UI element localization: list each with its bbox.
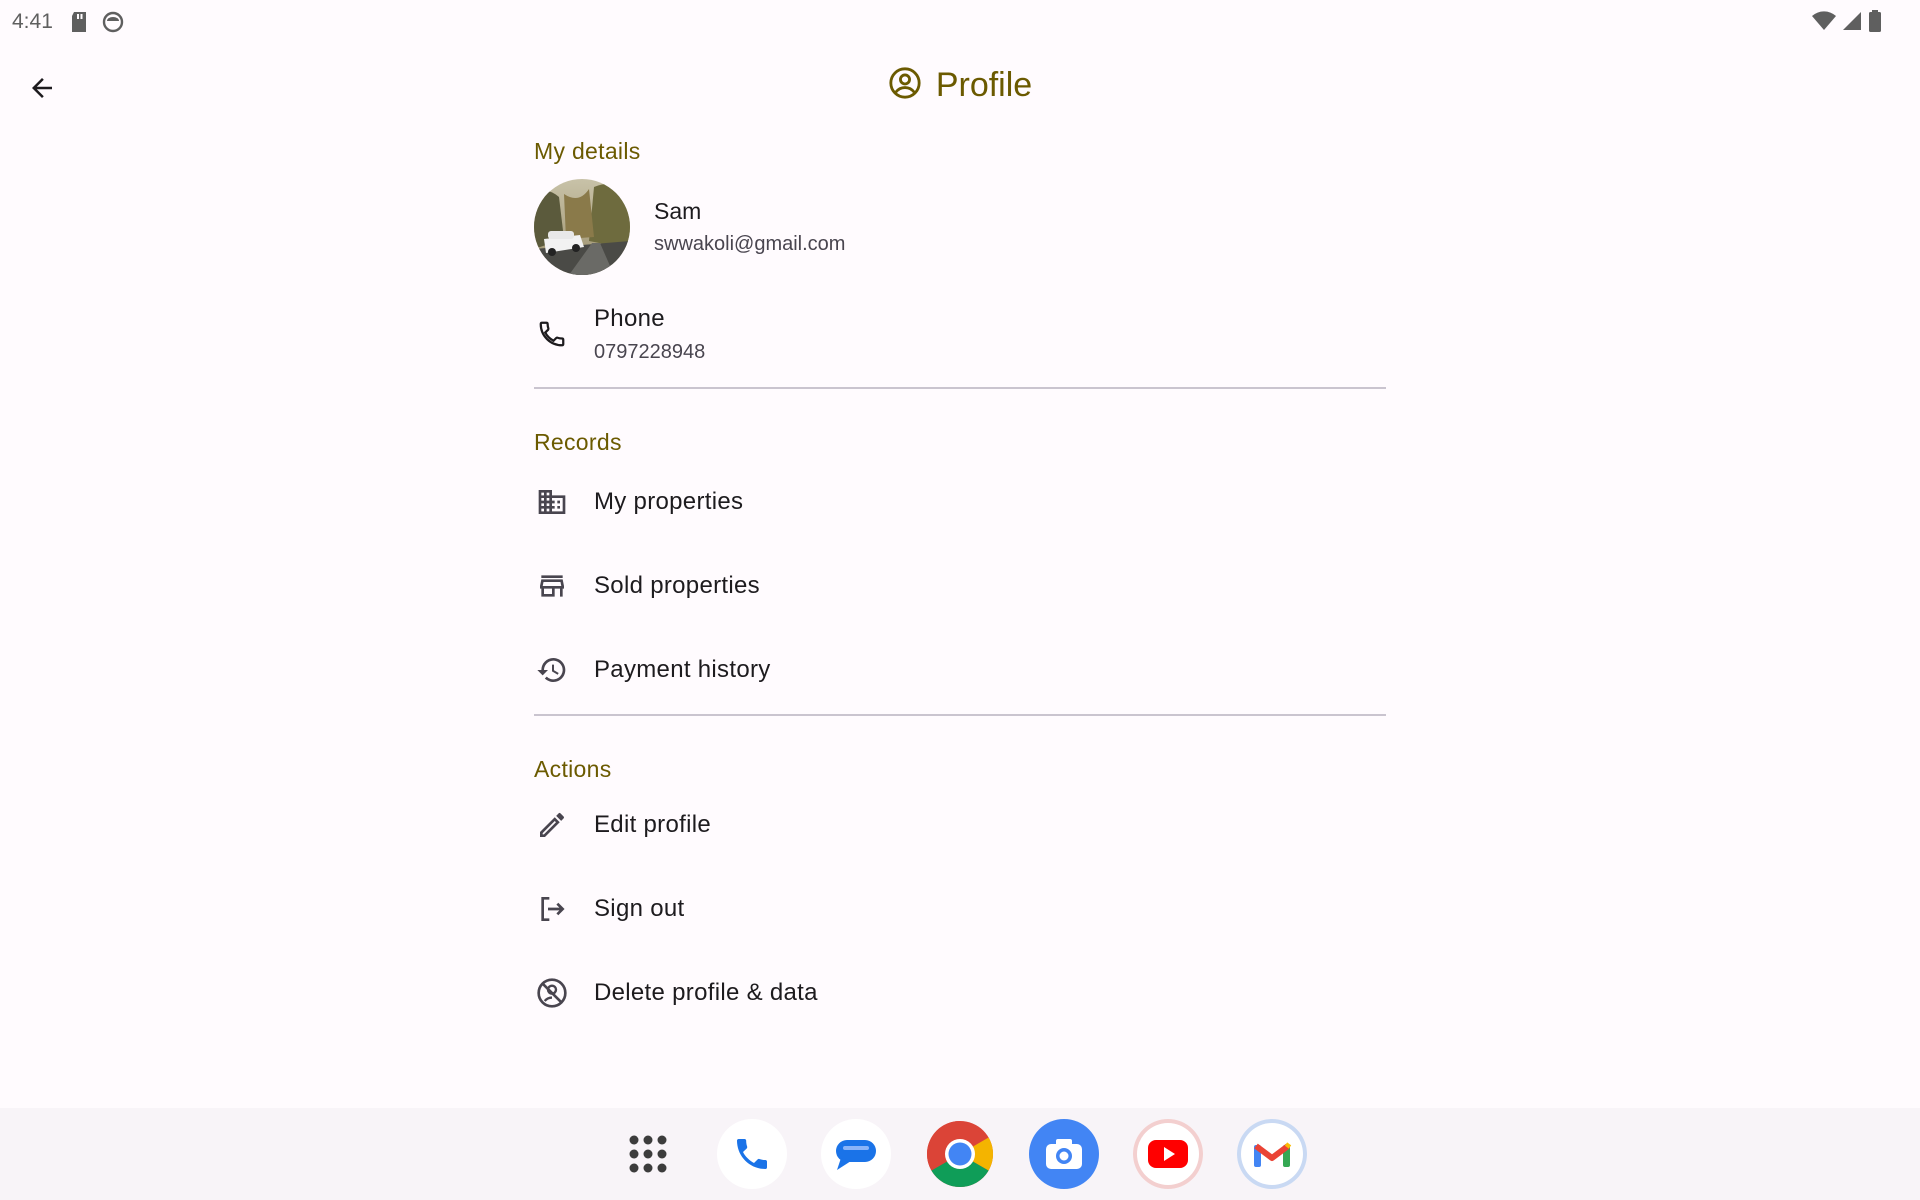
user-name: Sam bbox=[654, 198, 702, 224]
pencil-icon bbox=[534, 807, 570, 843]
phone-label: Phone bbox=[594, 304, 665, 332]
divider bbox=[534, 714, 1386, 716]
delete-profile-item[interactable]: Delete profile & data bbox=[534, 951, 1386, 1035]
page-title: Profile bbox=[935, 66, 1033, 104]
delete-profile-label: Delete profile & data bbox=[594, 979, 818, 1006]
building-icon bbox=[534, 484, 570, 520]
sold-properties-item[interactable]: Sold properties bbox=[534, 544, 1386, 628]
edit-profile-item[interactable]: Edit profile bbox=[534, 783, 1386, 867]
payment-history-item[interactable]: Payment history bbox=[534, 628, 1386, 712]
phone-app-icon[interactable] bbox=[717, 1119, 787, 1189]
my-properties-item[interactable]: My properties bbox=[534, 460, 1386, 544]
app-dock bbox=[0, 1108, 1920, 1200]
user-info: Sam swwakoli@gmail.com bbox=[534, 179, 1386, 275]
payment-history-label: Payment history bbox=[594, 656, 771, 683]
section-title-my-details: My details bbox=[534, 138, 641, 164]
messages-app-icon[interactable] bbox=[821, 1119, 891, 1189]
profile-content: My details Sam swwakoli@gmail.com Phone … bbox=[534, 138, 1386, 1035]
sold-properties-label: Sold properties bbox=[594, 572, 760, 599]
divider bbox=[534, 387, 1386, 389]
section-title-actions: Actions bbox=[534, 756, 612, 782]
gmail-app-icon[interactable] bbox=[1237, 1119, 1307, 1189]
sign-out-label: Sign out bbox=[594, 895, 685, 922]
app-notification-icon bbox=[102, 11, 124, 38]
app-drawer-icon[interactable] bbox=[613, 1119, 683, 1189]
status-right-icons bbox=[1812, 10, 1882, 37]
battery-icon bbox=[1868, 10, 1882, 37]
my-properties-label: My properties bbox=[594, 488, 744, 515]
logout-icon bbox=[534, 891, 570, 927]
cell-signal-icon bbox=[1842, 11, 1862, 36]
storefront-icon bbox=[534, 568, 570, 604]
youtube-app-icon[interactable] bbox=[1133, 1119, 1203, 1189]
camera-app-icon[interactable] bbox=[1029, 1119, 1099, 1189]
sign-out-item[interactable]: Sign out bbox=[534, 867, 1386, 951]
status-bar: 4:41 bbox=[0, 0, 1920, 44]
account-circle-icon bbox=[888, 66, 922, 105]
user-email: swwakoli@gmail.com bbox=[654, 233, 846, 255]
phone-icon bbox=[534, 316, 570, 352]
sd-card-icon bbox=[70, 11, 88, 38]
avatar bbox=[534, 179, 630, 275]
phone-number: 0797228948 bbox=[594, 340, 706, 363]
status-time: 4:41 bbox=[12, 10, 53, 33]
edit-profile-label: Edit profile bbox=[594, 811, 711, 838]
section-title-records: Records bbox=[534, 429, 622, 455]
page-title-bar: Profile bbox=[0, 66, 1920, 105]
status-left-icons bbox=[70, 11, 124, 38]
chrome-app-icon[interactable] bbox=[925, 1119, 995, 1189]
wifi-icon bbox=[1812, 11, 1836, 36]
phone-row: Phone 0797228948 bbox=[534, 289, 1386, 379]
history-icon bbox=[534, 652, 570, 688]
block-user-icon bbox=[534, 975, 570, 1011]
